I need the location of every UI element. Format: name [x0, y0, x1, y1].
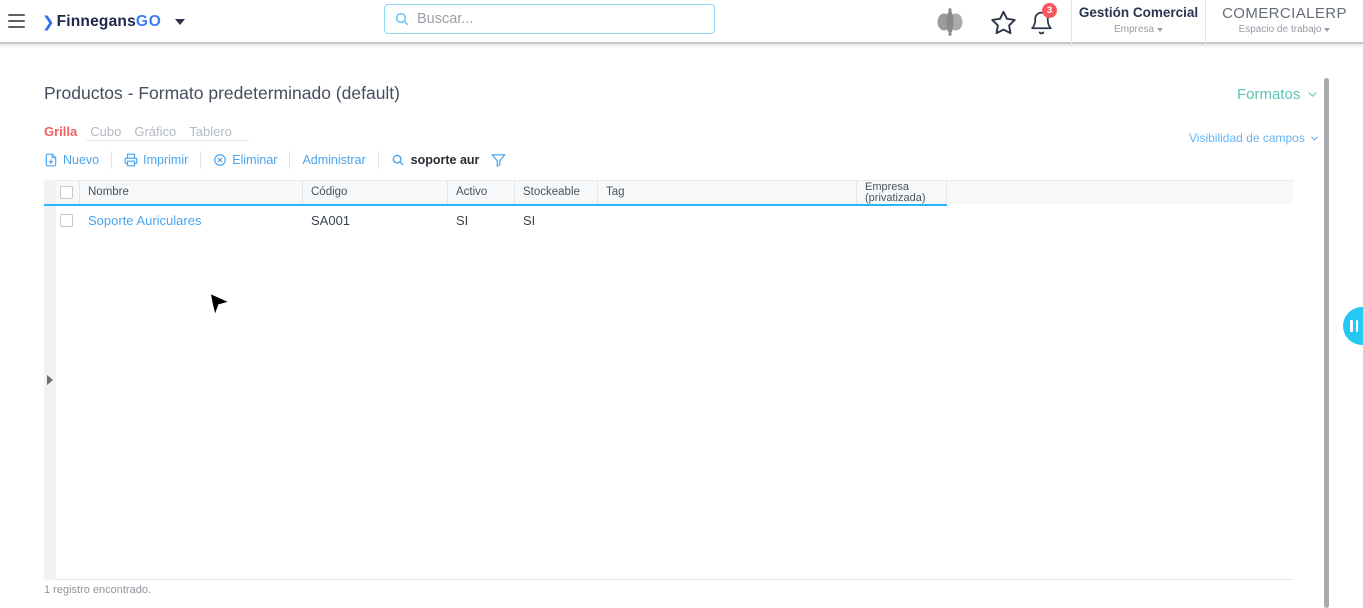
- column-header-nombre[interactable]: Nombre: [80, 180, 303, 204]
- grid-filter-input[interactable]: [411, 153, 487, 167]
- side-panel-handle[interactable]: [1343, 307, 1363, 345]
- select-all-cell: [56, 180, 80, 204]
- cell-stockeable: SI: [515, 206, 598, 234]
- cell-tag: [598, 206, 857, 234]
- global-search-box[interactable]: [384, 4, 715, 34]
- global-search-input[interactable]: [417, 11, 687, 27]
- toolbar-divider: [289, 151, 290, 169]
- print-button[interactable]: Imprimir: [124, 153, 188, 167]
- toolbar-divider: [200, 151, 201, 169]
- column-header-codigo[interactable]: Código: [303, 180, 448, 204]
- new-button-label: Nuevo: [63, 153, 99, 167]
- panel-expand-arrow-icon[interactable]: [47, 375, 53, 385]
- manage-button-label: Administrar: [302, 153, 365, 167]
- brand-suffix: GO: [136, 13, 162, 31]
- tabs-underline: [86, 140, 249, 141]
- favorites-star-icon[interactable]: [990, 9, 1017, 41]
- company-selector[interactable]: Gestión Comercial Empresa: [1072, 5, 1205, 35]
- field-visibility-dropdown[interactable]: Visibilidad de campos: [1189, 131, 1320, 145]
- pause-icon: [1350, 320, 1358, 332]
- chevron-down-icon: [1157, 28, 1163, 32]
- table-header-row: Nombre Código Activo Stockeable Tag Empr…: [56, 180, 947, 204]
- hamburger-menu-icon[interactable]: [8, 14, 26, 30]
- chevron-down-icon[interactable]: [175, 19, 185, 25]
- delete-button-label: Eliminar: [232, 153, 277, 167]
- column-header-empresa[interactable]: Empresa (privatizada): [857, 180, 947, 204]
- result-count-status: 1 registro encontrado.: [44, 584, 151, 596]
- new-button[interactable]: Nuevo: [44, 153, 99, 167]
- column-header-stockeable[interactable]: Stockeable: [515, 180, 598, 204]
- workspace-selector-label: Espacio de trabajo: [1239, 24, 1322, 35]
- row-select-cell: [56, 206, 80, 234]
- chevron-down-icon: [1309, 133, 1320, 144]
- select-all-checkbox[interactable]: [60, 186, 73, 199]
- cell-empresa: [857, 206, 947, 234]
- company-selector-label: Empresa: [1114, 24, 1154, 35]
- delete-circle-icon: [213, 153, 227, 167]
- chevron-down-icon: [1306, 88, 1319, 101]
- modules-icon[interactable]: [931, 7, 969, 42]
- company-name: Gestión Comercial: [1072, 5, 1205, 20]
- manage-button[interactable]: Administrar: [302, 153, 365, 167]
- formats-dropdown[interactable]: Formatos: [1237, 86, 1319, 103]
- new-document-icon: [44, 153, 58, 167]
- page-title: Productos - Formato predeterminado (defa…: [44, 83, 400, 104]
- search-icon: [391, 153, 405, 167]
- table-row[interactable]: Soporte Auriculares SA001 SI SI: [56, 206, 947, 234]
- column-header-activo[interactable]: Activo: [448, 180, 515, 204]
- logo-chevron-icon: ❯: [42, 13, 55, 31]
- app-window: ❯ Finnegans GO: [0, 0, 1363, 608]
- delete-button[interactable]: Eliminar: [213, 153, 277, 167]
- brand-name: Finnegans: [57, 13, 136, 31]
- brand-logo[interactable]: ❯ Finnegans GO: [42, 9, 185, 35]
- chevron-down-icon: [1324, 28, 1330, 32]
- products-table: Nombre Código Activo Stockeable Tag Empr…: [44, 180, 1293, 580]
- workspace-name: COMERCIALERP: [1206, 5, 1363, 22]
- tab-grilla[interactable]: Grilla: [44, 124, 77, 143]
- formats-label: Formatos: [1237, 86, 1300, 103]
- printer-icon: [124, 153, 138, 167]
- notification-badge: 3: [1042, 3, 1057, 18]
- topbar: ❯ Finnegans GO: [0, 0, 1363, 44]
- filter-funnel-icon[interactable]: [491, 153, 506, 168]
- grid-filter: [391, 153, 506, 168]
- toolbar-divider: [378, 151, 379, 169]
- grid-toolbar: Nuevo Imprimir Eliminar Administrar: [44, 147, 506, 173]
- workspace-selector[interactable]: COMERCIALERP Espacio de trabajo: [1206, 5, 1363, 35]
- field-visibility-label: Visibilidad de campos: [1189, 131, 1305, 145]
- cell-activo: SI: [448, 206, 515, 234]
- toolbar-divider: [111, 151, 112, 169]
- cell-codigo: SA001: [303, 206, 448, 234]
- vertical-scrollbar[interactable]: [1324, 78, 1329, 608]
- product-name-link[interactable]: Soporte Auriculares: [88, 213, 201, 228]
- search-icon: [394, 11, 410, 27]
- print-button-label: Imprimir: [143, 153, 188, 167]
- column-header-tag[interactable]: Tag: [598, 180, 857, 204]
- row-checkbox[interactable]: [60, 214, 73, 227]
